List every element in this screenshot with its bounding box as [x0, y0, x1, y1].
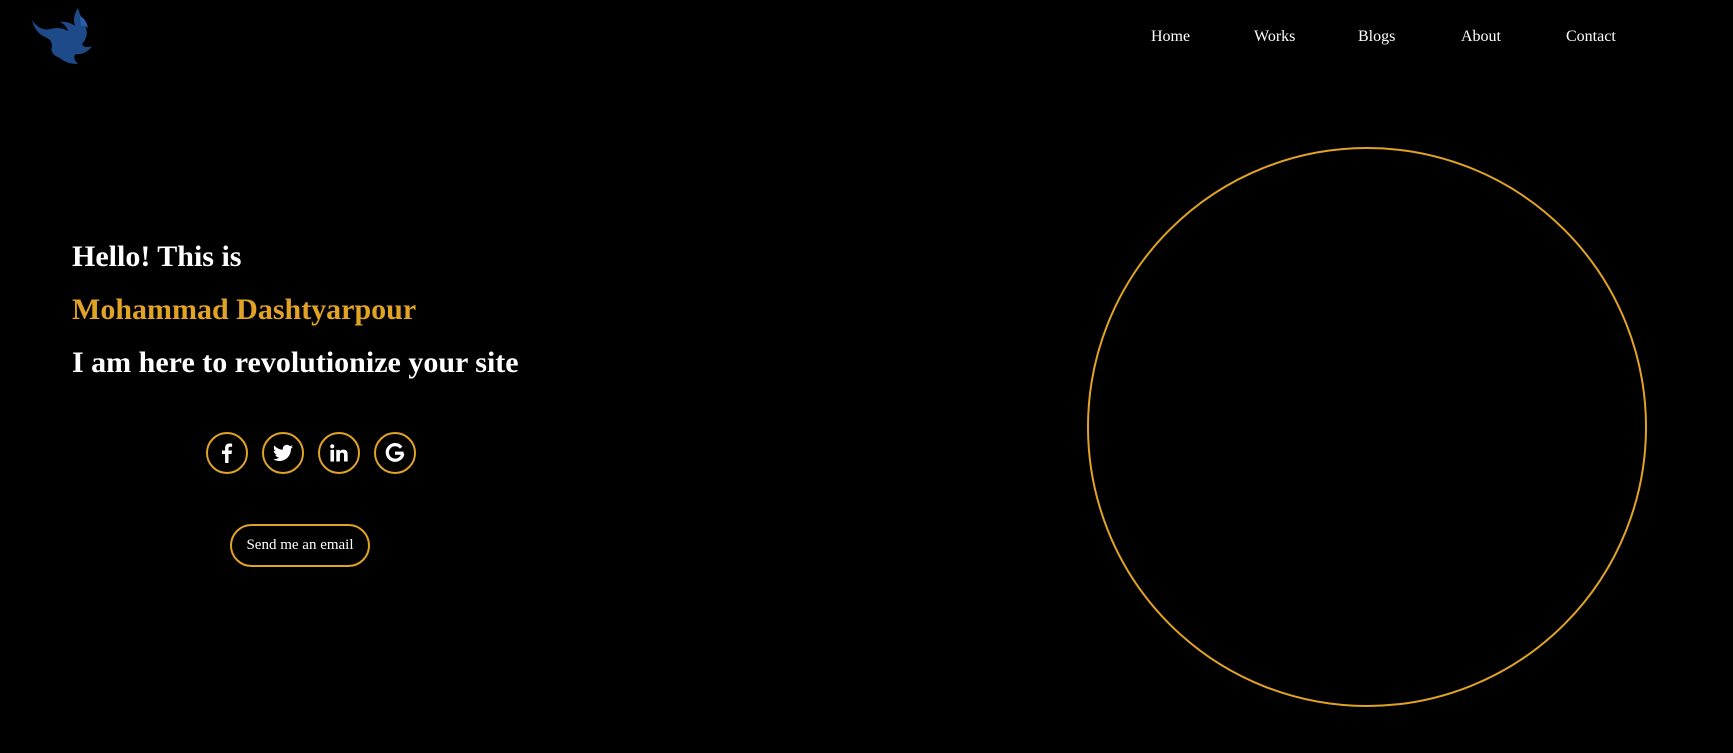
nav-works[interactable]: Works: [1254, 28, 1295, 46]
decorative-ring: [1087, 147, 1647, 707]
page: Home Works Blogs About Contact Hello! Th…: [0, 0, 1733, 753]
eagle-logo-icon[interactable]: [30, 6, 96, 68]
nav-blogs[interactable]: Blogs: [1358, 28, 1395, 46]
hero-tagline: I am here to revolutionize your site: [72, 346, 519, 379]
hero-section: Hello! This is Mohammad Dashtyarpour I a…: [72, 230, 519, 389]
hero-greeting: Hello! This is: [72, 240, 242, 273]
hero-name: Mohammad Dashtyarpour: [72, 293, 417, 326]
facebook-icon[interactable]: [206, 432, 248, 474]
twitter-icon[interactable]: [262, 432, 304, 474]
nav-contact[interactable]: Contact: [1566, 28, 1616, 46]
send-email-button[interactable]: Send me an email: [230, 524, 370, 567]
nav-about[interactable]: About: [1461, 28, 1501, 46]
google-icon[interactable]: [374, 432, 416, 474]
nav-home[interactable]: Home: [1151, 28, 1190, 46]
linkedin-icon[interactable]: [318, 432, 360, 474]
